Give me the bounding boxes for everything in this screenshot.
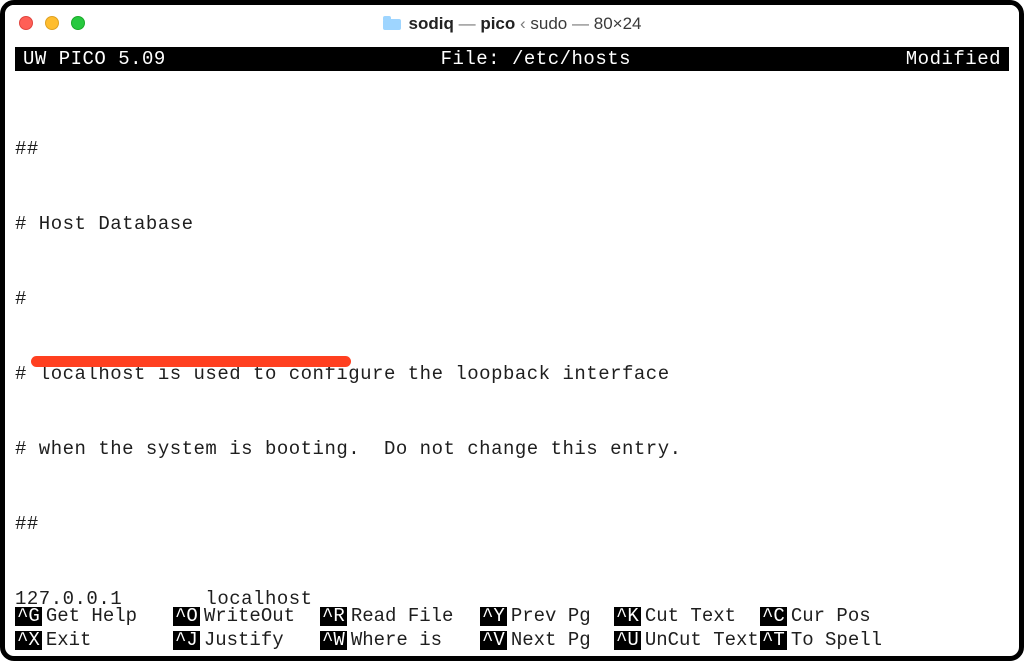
key-label: WriteOut bbox=[200, 607, 295, 626]
key-label: Get Help bbox=[42, 607, 137, 626]
title-process: pico bbox=[480, 14, 515, 33]
key-writeout[interactable]: ^OWriteOut bbox=[173, 607, 320, 626]
key-label: Where is bbox=[347, 631, 442, 650]
editor-area[interactable]: UW PICO 5.09 File: /etc/hosts Modified #… bbox=[15, 47, 1009, 652]
file-line: # Host Database bbox=[15, 212, 1009, 237]
footer-row-2: ^XExit ^JJustify ^WWhere is ^VNext Pg ^U… bbox=[15, 628, 1009, 652]
close-button[interactable] bbox=[19, 16, 33, 30]
title-sep3: — bbox=[572, 14, 594, 33]
pico-footer: ^GGet Help ^OWriteOut ^RRead File ^YPrev… bbox=[15, 604, 1009, 652]
footer-row-1: ^GGet Help ^OWriteOut ^RRead File ^YPrev… bbox=[15, 604, 1009, 628]
key-code: ^O bbox=[173, 607, 200, 626]
key-where-is[interactable]: ^WWhere is bbox=[320, 631, 480, 650]
key-label: Prev Pg bbox=[507, 607, 591, 626]
key-code: ^W bbox=[320, 631, 347, 650]
key-label: Cut Text bbox=[641, 607, 736, 626]
pico-header-bar: UW PICO 5.09 File: /etc/hosts Modified bbox=[15, 47, 1009, 71]
key-label: UnCut Text bbox=[641, 631, 759, 650]
title-sep2: ‹ bbox=[520, 14, 530, 33]
pico-file-path: /etc/hosts bbox=[512, 48, 631, 70]
file-line: # bbox=[15, 287, 1009, 312]
title-size: 80×24 bbox=[594, 14, 642, 33]
pico-file-label-text: File: bbox=[441, 48, 501, 70]
window-titlebar: sodiq — pico ‹ sudo — 80×24 bbox=[5, 5, 1019, 41]
key-exit[interactable]: ^XExit bbox=[15, 631, 173, 650]
title-sep1: — bbox=[459, 14, 481, 33]
key-label: Exit bbox=[42, 631, 92, 650]
key-next-pg[interactable]: ^VNext Pg bbox=[480, 631, 614, 650]
key-code: ^K bbox=[614, 607, 641, 626]
key-cut-text[interactable]: ^KCut Text bbox=[614, 607, 760, 626]
title-via: sudo bbox=[530, 14, 567, 33]
file-line: ## bbox=[15, 137, 1009, 162]
pico-file-label: File: /etc/hosts bbox=[166, 50, 906, 69]
key-to-spell[interactable]: ^TTo Spell bbox=[760, 631, 906, 650]
key-code: ^C bbox=[760, 607, 787, 626]
minimize-button[interactable] bbox=[45, 16, 59, 30]
pico-app-name: UW PICO 5.09 bbox=[23, 50, 166, 69]
key-label: To Spell bbox=[787, 631, 882, 650]
maximize-button[interactable] bbox=[71, 16, 85, 30]
annotation-underline bbox=[31, 356, 351, 367]
key-cur-pos[interactable]: ^CCur Pos bbox=[760, 607, 906, 626]
key-code: ^U bbox=[614, 631, 641, 650]
terminal-window: sodiq — pico ‹ sudo — 80×24 UW PICO 5.09… bbox=[0, 0, 1024, 661]
title-folder: sodiq bbox=[409, 14, 454, 33]
key-code: ^X bbox=[15, 631, 42, 650]
key-prev-pg[interactable]: ^YPrev Pg bbox=[480, 607, 614, 626]
key-code: ^V bbox=[480, 631, 507, 650]
key-code: ^T bbox=[760, 631, 787, 650]
key-code: ^R bbox=[320, 607, 347, 626]
file-line: # when the system is booting. Do not cha… bbox=[15, 437, 1009, 462]
folder-icon bbox=[383, 16, 401, 30]
key-code: ^J bbox=[173, 631, 200, 650]
key-get-help[interactable]: ^GGet Help bbox=[15, 607, 173, 626]
key-label: Read File bbox=[347, 607, 454, 626]
file-line: ## bbox=[15, 512, 1009, 537]
key-uncut-text[interactable]: ^UUnCut Text bbox=[614, 631, 760, 650]
window-title: sodiq — pico ‹ sudo — 80×24 bbox=[5, 15, 1019, 32]
key-label: Cur Pos bbox=[787, 607, 871, 626]
traffic-lights bbox=[19, 16, 85, 30]
key-code: ^G bbox=[15, 607, 42, 626]
key-label: Justify bbox=[200, 631, 284, 650]
pico-status: Modified bbox=[906, 50, 1001, 69]
key-code: ^Y bbox=[480, 607, 507, 626]
key-justify[interactable]: ^JJustify bbox=[173, 631, 320, 650]
key-read-file[interactable]: ^RRead File bbox=[320, 607, 480, 626]
key-label: Next Pg bbox=[507, 631, 591, 650]
